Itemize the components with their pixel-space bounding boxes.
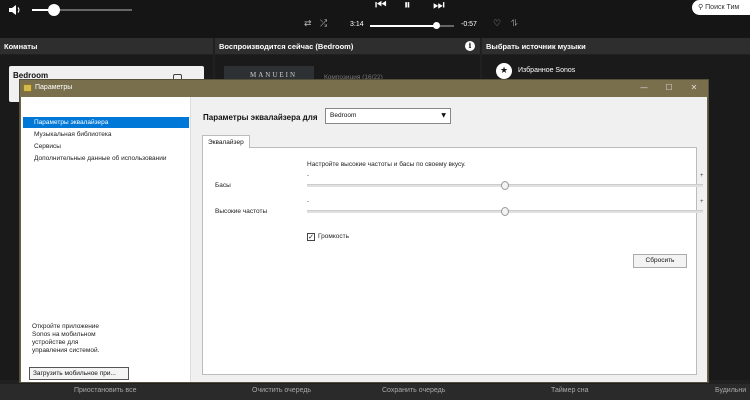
pause-icon[interactable]: ⏸ <box>404 0 411 13</box>
bass-min-label: - <box>307 173 309 179</box>
room-select[interactable]: Bedroom ▼ <box>325 108 451 124</box>
music-source-header: Выбрать источник музыки <box>482 38 750 54</box>
get-mobile-app-button[interactable]: Загрузить мобильное при... <box>29 367 129 380</box>
nav-item-library[interactable]: Музыкальная библиотека <box>23 129 189 140</box>
speaker-icon[interactable] <box>8 4 22 16</box>
crossfade-icon[interactable]: ♡ <box>493 19 501 29</box>
bass-max-label: + <box>700 173 704 179</box>
nav-item-eq[interactable]: Параметры эквалайзера <box>23 117 189 128</box>
loudness-label: Громкость <box>318 233 349 240</box>
search-icon: ⚲ <box>698 3 704 11</box>
save-queue-button[interactable]: Сохранить очередь <box>382 387 445 394</box>
volume-knob[interactable] <box>48 4 60 16</box>
time-elapsed: 3:14 <box>350 21 364 28</box>
shuffle-icon[interactable]: ⤮ <box>320 19 327 29</box>
alarms-button[interactable]: Будильни <box>715 387 746 394</box>
rooms-header: Комнаты <box>0 38 213 54</box>
time-remaining: -0:57 <box>461 21 477 28</box>
sleep-timer-button[interactable]: Таймер сна <box>551 387 589 394</box>
bass-slider-thumb[interactable] <box>501 181 509 190</box>
clear-queue-button[interactable]: Очистить очередь <box>252 387 311 394</box>
chevron-down-icon: ▼ <box>441 112 446 119</box>
treble-label: Высокие частоты <box>215 208 268 215</box>
now-playing-header: Воспроизводится сейчас (Bedroom) <box>215 38 480 54</box>
repeat-icon[interactable]: ⇄ <box>304 19 312 29</box>
minimize-icon[interactable]: — <box>636 82 652 94</box>
skip-previous-icon[interactable]: ⏮ <box>375 0 387 13</box>
loudness-checkbox[interactable]: ✓ <box>307 233 315 241</box>
player-bar: ⏮ ⏸ ⏭ ⇄ ⤮ 3:14 -0:57 ♡ ⥮ ⚲ Поиск Тим <box>0 0 750 38</box>
hint-line: Откройте приложение <box>32 323 100 330</box>
tab-equalizer[interactable]: Эквалайзер <box>202 135 250 148</box>
pause-all-button[interactable]: Приостановить все <box>74 387 136 394</box>
eq-title: Параметры эквалайзера для <box>203 113 318 122</box>
treble-slider-thumb[interactable] <box>501 207 509 216</box>
reset-button[interactable]: Сбросить <box>633 254 687 268</box>
progress-slider[interactable] <box>370 22 454 29</box>
treble-max-label: + <box>700 199 704 205</box>
settings-nav: Параметры эквалайзера Музыкальная библио… <box>21 97 191 382</box>
skip-next-icon[interactable]: ⏭ <box>433 0 445 13</box>
hint-line: устройстве для <box>32 339 79 346</box>
nav-item-usage-data[interactable]: Дополнительные данные об использовании <box>23 153 189 164</box>
room-select-value: Bedroom <box>330 112 357 119</box>
star-icon: ★ <box>496 63 512 79</box>
queue-icon[interactable]: ⥮ <box>511 19 518 29</box>
progress-knob[interactable] <box>432 22 440 29</box>
folder-icon <box>23 84 32 92</box>
settings-dialog: Параметры — ☐ ✕ Параметры эквалайзера Му… <box>19 79 709 383</box>
treble-slider[interactable] <box>307 207 703 216</box>
dialog-title: Параметры <box>35 84 73 91</box>
search-placeholder: Поиск Тим <box>705 4 740 11</box>
bottom-bar: Приостановить все Очистить очередь Сохра… <box>0 384 750 400</box>
volume-slider[interactable] <box>32 4 132 16</box>
treble-min-label: - <box>307 199 309 205</box>
equalizer-panel: Настройте высокие частоты и басы по свое… <box>202 147 704 375</box>
search-input[interactable]: ⚲ Поиск Тим <box>692 0 750 15</box>
hint-line: Sonos на мобильном <box>32 331 96 338</box>
hint-line: управления системой. <box>32 347 100 354</box>
source-favorites-label: Избранное Sonos <box>518 67 576 74</box>
progress-fill <box>370 25 436 27</box>
mobile-app-hint: Откройте приложение Sonos на мобильном у… <box>32 323 132 355</box>
info-icon[interactable]: i <box>465 41 475 51</box>
maximize-icon[interactable]: ☐ <box>661 82 677 94</box>
dialog-titlebar[interactable]: Параметры — ☐ ✕ <box>20 80 708 97</box>
bass-label: Басы <box>215 182 231 189</box>
tune-hint: Настройте высокие частоты и басы по свое… <box>307 161 466 168</box>
nav-item-services[interactable]: Сервисы <box>23 141 189 152</box>
dialog-body: Параметры эквалайзера Музыкальная библио… <box>21 97 707 382</box>
bass-slider[interactable] <box>307 181 703 190</box>
close-icon[interactable]: ✕ <box>686 82 702 94</box>
